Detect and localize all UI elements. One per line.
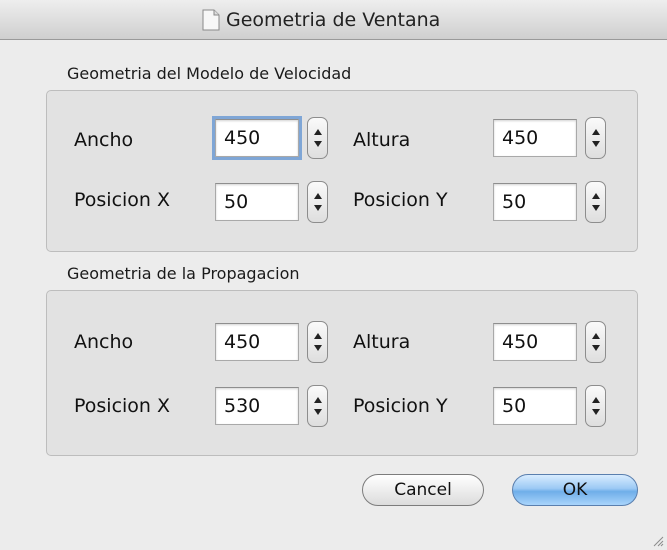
- title-bar[interactable]: Geometria de Ventana: [0, 0, 667, 40]
- posx-stepper[interactable]: [307, 181, 328, 223]
- stepper-up-icon[interactable]: [313, 129, 322, 135]
- group-box-propagacion: Ancho Altura Posicion X Posicion Y: [46, 290, 638, 456]
- posy-label: Posicion Y: [353, 189, 448, 211]
- altura-stepper[interactable]: [585, 117, 606, 159]
- posy-label: Posicion Y: [353, 395, 448, 417]
- title-wrap: Geometria de Ventana: [202, 6, 440, 34]
- stepper-up-icon[interactable]: [591, 397, 600, 403]
- altura-field[interactable]: [493, 323, 577, 361]
- stepper-down-icon[interactable]: [313, 409, 322, 415]
- cancel-button[interactable]: Cancel: [362, 474, 484, 506]
- stepper-up-icon[interactable]: [313, 333, 322, 339]
- posy-stepper[interactable]: [585, 385, 606, 427]
- stepper-down-icon[interactable]: [591, 345, 600, 351]
- ancho-stepper[interactable]: [307, 321, 328, 363]
- posx-field[interactable]: [215, 387, 299, 425]
- ancho-stepper[interactable]: [307, 117, 328, 159]
- posy-field[interactable]: [493, 387, 577, 425]
- stepper-up-icon[interactable]: [313, 193, 322, 199]
- posx-stepper[interactable]: [307, 385, 328, 427]
- stepper-down-icon[interactable]: [313, 205, 322, 211]
- window-title: Geometria de Ventana: [226, 9, 441, 31]
- group-title-propagacion: Geometria de la Propagacion: [67, 264, 300, 283]
- stepper-up-icon[interactable]: [591, 333, 600, 339]
- ancho-field[interactable]: [212, 116, 302, 160]
- stepper-up-icon[interactable]: [591, 193, 600, 199]
- stepper-up-icon[interactable]: [591, 129, 600, 135]
- ancho-label: Ancho: [74, 129, 134, 151]
- posx-label: Posicion X: [74, 395, 171, 417]
- altura-label: Altura: [353, 331, 411, 353]
- ancho-field[interactable]: [215, 323, 299, 361]
- group-box-modelo: Ancho Altura Posicion X Posicion Y: [46, 90, 638, 252]
- document-icon: [202, 9, 220, 31]
- resize-grip-icon[interactable]: [652, 535, 664, 547]
- altura-field[interactable]: [493, 119, 577, 157]
- ok-button[interactable]: OK: [512, 474, 638, 506]
- posx-label: Posicion X: [74, 189, 171, 211]
- posy-field[interactable]: [493, 183, 577, 221]
- stepper-down-icon[interactable]: [313, 141, 322, 147]
- dialog-body: Geometria del Modelo de Velocidad Ancho …: [0, 40, 667, 550]
- stepper-down-icon[interactable]: [591, 205, 600, 211]
- group-title-modelo: Geometria del Modelo de Velocidad: [67, 64, 352, 83]
- altura-stepper[interactable]: [585, 321, 606, 363]
- stepper-up-icon[interactable]: [313, 397, 322, 403]
- stepper-down-icon[interactable]: [591, 141, 600, 147]
- posx-field[interactable]: [215, 183, 299, 221]
- stepper-down-icon[interactable]: [591, 409, 600, 415]
- altura-label: Altura: [353, 129, 411, 151]
- stepper-down-icon[interactable]: [313, 345, 322, 351]
- posy-stepper[interactable]: [585, 181, 606, 223]
- ancho-label: Ancho: [74, 331, 134, 353]
